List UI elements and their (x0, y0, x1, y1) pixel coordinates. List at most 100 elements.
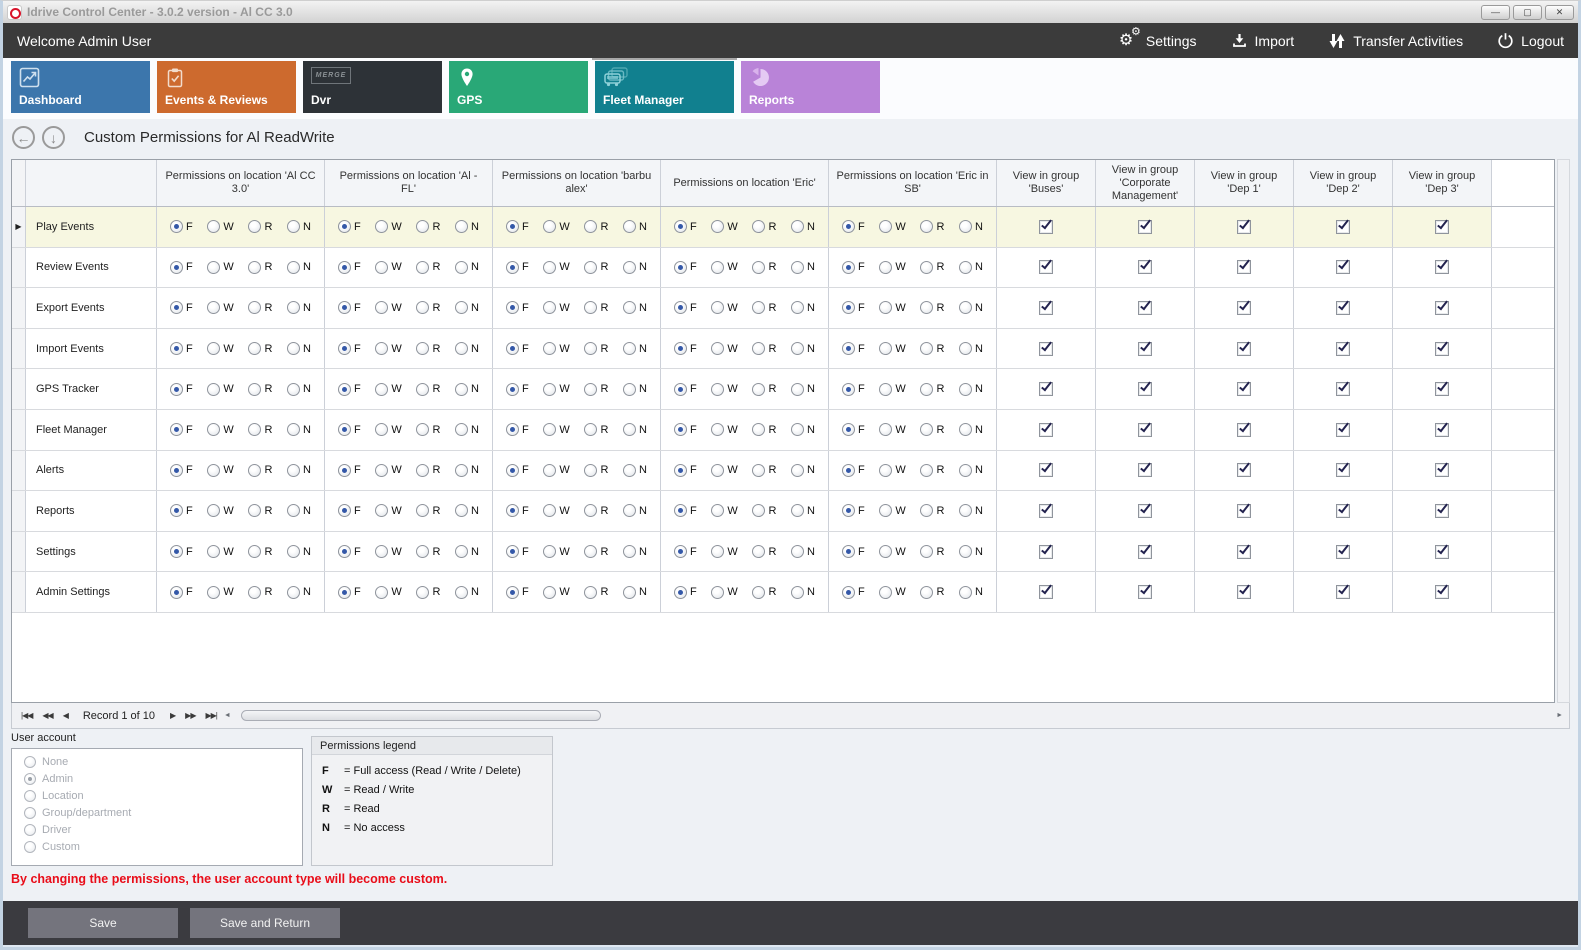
radio-selected[interactable] (170, 261, 183, 274)
radio-selected[interactable] (506, 545, 519, 558)
radio-unselected[interactable] (287, 342, 300, 355)
radio-selected[interactable] (674, 383, 687, 396)
radio-option-n[interactable]: N (791, 423, 815, 436)
radio-unselected[interactable] (920, 423, 933, 436)
checkbox-checked[interactable] (1138, 301, 1152, 315)
radio-option-n[interactable]: N (959, 383, 983, 396)
radio-option-n[interactable]: N (455, 220, 479, 233)
radio-unselected[interactable] (920, 586, 933, 599)
radio-unselected[interactable] (920, 383, 933, 396)
prev-page-button[interactable]: ◀◀ (42, 711, 52, 720)
radio-unselected[interactable] (791, 261, 804, 274)
scroll-left-icon[interactable]: ◄ (224, 712, 231, 719)
radio-unselected[interactable] (711, 261, 724, 274)
radio-unselected[interactable] (455, 586, 468, 599)
radio-unselected[interactable] (920, 504, 933, 517)
radio-unselected[interactable] (584, 301, 597, 314)
radio-option-w[interactable]: W (711, 220, 737, 233)
radio-unselected[interactable] (791, 464, 804, 477)
radio-unselected[interactable] (416, 301, 429, 314)
first-record-button[interactable]: |◀◀ (21, 711, 32, 720)
checkbox-checked[interactable] (1435, 545, 1449, 559)
radio-option-f[interactable]: F (338, 586, 361, 599)
radio-option-w[interactable]: W (543, 301, 569, 314)
checkbox-checked[interactable] (1237, 382, 1251, 396)
vertical-scrollbar[interactable] (1557, 159, 1570, 703)
radio-unselected[interactable] (584, 383, 597, 396)
checkbox-checked[interactable] (1435, 463, 1449, 477)
radio-unselected[interactable] (711, 423, 724, 436)
checkbox-checked[interactable] (1336, 504, 1350, 518)
radio-option-n[interactable]: N (791, 383, 815, 396)
radio-option-f[interactable]: F (674, 464, 697, 477)
radio-option-w[interactable]: W (879, 464, 905, 477)
radio-unselected[interactable] (752, 504, 765, 517)
radio-selected[interactable] (842, 220, 855, 233)
radio-option-n[interactable]: N (287, 464, 311, 477)
radio-unselected[interactable] (248, 342, 261, 355)
checkbox-checked[interactable] (1039, 423, 1053, 437)
radio-unselected[interactable] (791, 504, 804, 517)
radio-unselected[interactable] (920, 301, 933, 314)
radio-unselected[interactable] (791, 301, 804, 314)
radio-option-n[interactable]: N (455, 301, 479, 314)
last-record-button[interactable]: ▶▶| (205, 711, 216, 720)
radio-selected[interactable] (338, 301, 351, 314)
radio-option-w[interactable]: W (879, 261, 905, 274)
radio-option-r[interactable]: R (248, 545, 272, 558)
radio-option-w[interactable]: W (879, 504, 905, 517)
radio-option-w[interactable]: W (375, 545, 401, 558)
radio-unselected[interactable] (711, 464, 724, 477)
checkbox-checked[interactable] (1039, 504, 1053, 518)
radio-unselected[interactable] (920, 342, 933, 355)
radio-unselected[interactable] (879, 504, 892, 517)
checkbox-checked[interactable] (1435, 342, 1449, 356)
radio-option-r[interactable]: R (416, 301, 440, 314)
radio-unselected[interactable] (752, 261, 765, 274)
radio-option-f[interactable]: F (338, 301, 361, 314)
radio-option-w[interactable]: W (207, 423, 233, 436)
radio-option-f[interactable]: F (674, 383, 697, 396)
radio-unselected[interactable] (455, 423, 468, 436)
radio-selected[interactable] (338, 423, 351, 436)
radio-option-f[interactable]: F (674, 220, 697, 233)
radio-unselected[interactable] (879, 342, 892, 355)
radio-unselected[interactable] (959, 342, 972, 355)
radio-unselected[interactable] (455, 464, 468, 477)
radio-option-n[interactable]: N (791, 545, 815, 558)
radio-unselected[interactable] (207, 301, 220, 314)
down-button[interactable]: ↓ (42, 126, 65, 149)
radio-option-f[interactable]: F (170, 383, 193, 396)
radio-option-r[interactable]: R (752, 504, 776, 517)
radio-option-n[interactable]: N (959, 464, 983, 477)
radio-option-w[interactable]: W (375, 301, 401, 314)
radio-option-r[interactable]: R (584, 342, 608, 355)
logout-button[interactable]: Logout (1497, 32, 1564, 49)
checkbox-checked[interactable] (1138, 423, 1152, 437)
radio-option-w[interactable]: W (711, 383, 737, 396)
radio-option-r[interactable]: R (752, 545, 776, 558)
radio-option-r[interactable]: R (920, 383, 944, 396)
account-type-option[interactable]: Location (24, 790, 290, 802)
radio-option-f[interactable]: F (842, 464, 865, 477)
radio-selected[interactable] (674, 586, 687, 599)
radio-unselected[interactable] (543, 342, 556, 355)
radio-unselected[interactable] (248, 586, 261, 599)
radio-selected[interactable] (170, 220, 183, 233)
radio-option-r[interactable]: R (248, 464, 272, 477)
radio-option-w[interactable]: W (543, 261, 569, 274)
radio-option-r[interactable]: R (416, 586, 440, 599)
radio-option-r[interactable]: R (248, 220, 272, 233)
account-type-option[interactable]: Group/department (24, 807, 290, 819)
checkbox-checked[interactable] (1336, 585, 1350, 599)
radio-unselected[interactable] (207, 342, 220, 355)
radio-option-r[interactable]: R (584, 586, 608, 599)
radio-option-r[interactable]: R (248, 383, 272, 396)
radio-unselected[interactable] (959, 464, 972, 477)
radio-unselected[interactable] (287, 504, 300, 517)
radio-option-r[interactable]: R (584, 464, 608, 477)
radio-unselected[interactable] (623, 464, 636, 477)
radio-selected[interactable] (506, 504, 519, 517)
radio-option-f[interactable]: F (842, 545, 865, 558)
radio-unselected[interactable] (207, 464, 220, 477)
